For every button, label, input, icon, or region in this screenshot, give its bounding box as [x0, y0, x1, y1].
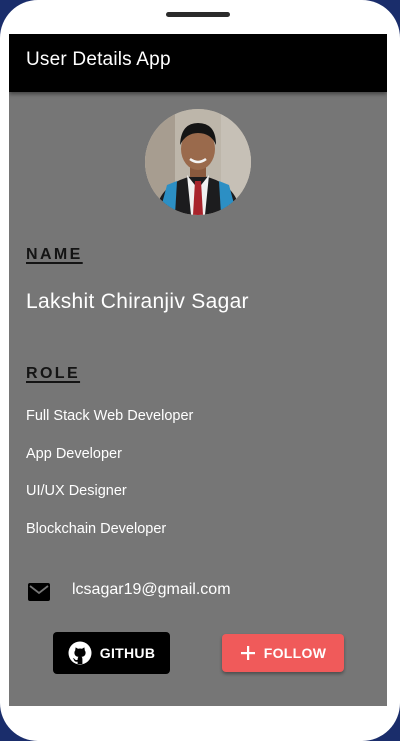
avatar [145, 109, 251, 215]
email-address: lcsagar19@gmail.com [72, 581, 231, 598]
phone-frame: User Details App NAME Lakshit Chiranjiv … [0, 0, 400, 741]
plus-icon [240, 645, 256, 661]
github-icon [68, 641, 92, 665]
follow-button[interactable]: FOLLOW [222, 634, 344, 672]
app-title: User Details App [26, 49, 171, 70]
role-item: Blockchain Developer [26, 521, 167, 537]
user-name: Lakshit Chiranjiv Sagar [26, 290, 249, 313]
github-button-label: GITHUB [99, 645, 156, 661]
avatar-image [145, 109, 251, 215]
role-heading: ROLE [26, 365, 81, 382]
mail-icon [28, 583, 50, 601]
app-bar: User Details App [9, 34, 387, 92]
app-screen: User Details App NAME Lakshit Chiranjiv … [9, 34, 387, 706]
github-button[interactable]: GITHUB [53, 632, 170, 674]
follow-button-label: FOLLOW [263, 645, 327, 661]
name-heading: NAME [26, 246, 83, 263]
role-item: App Developer [26, 446, 122, 462]
role-item: Full Stack Web Developer [26, 408, 194, 424]
phone-speaker [166, 12, 230, 17]
role-item: UI/UX Designer [26, 483, 127, 499]
email-row: lcsagar19@gmail.com [26, 580, 366, 606]
